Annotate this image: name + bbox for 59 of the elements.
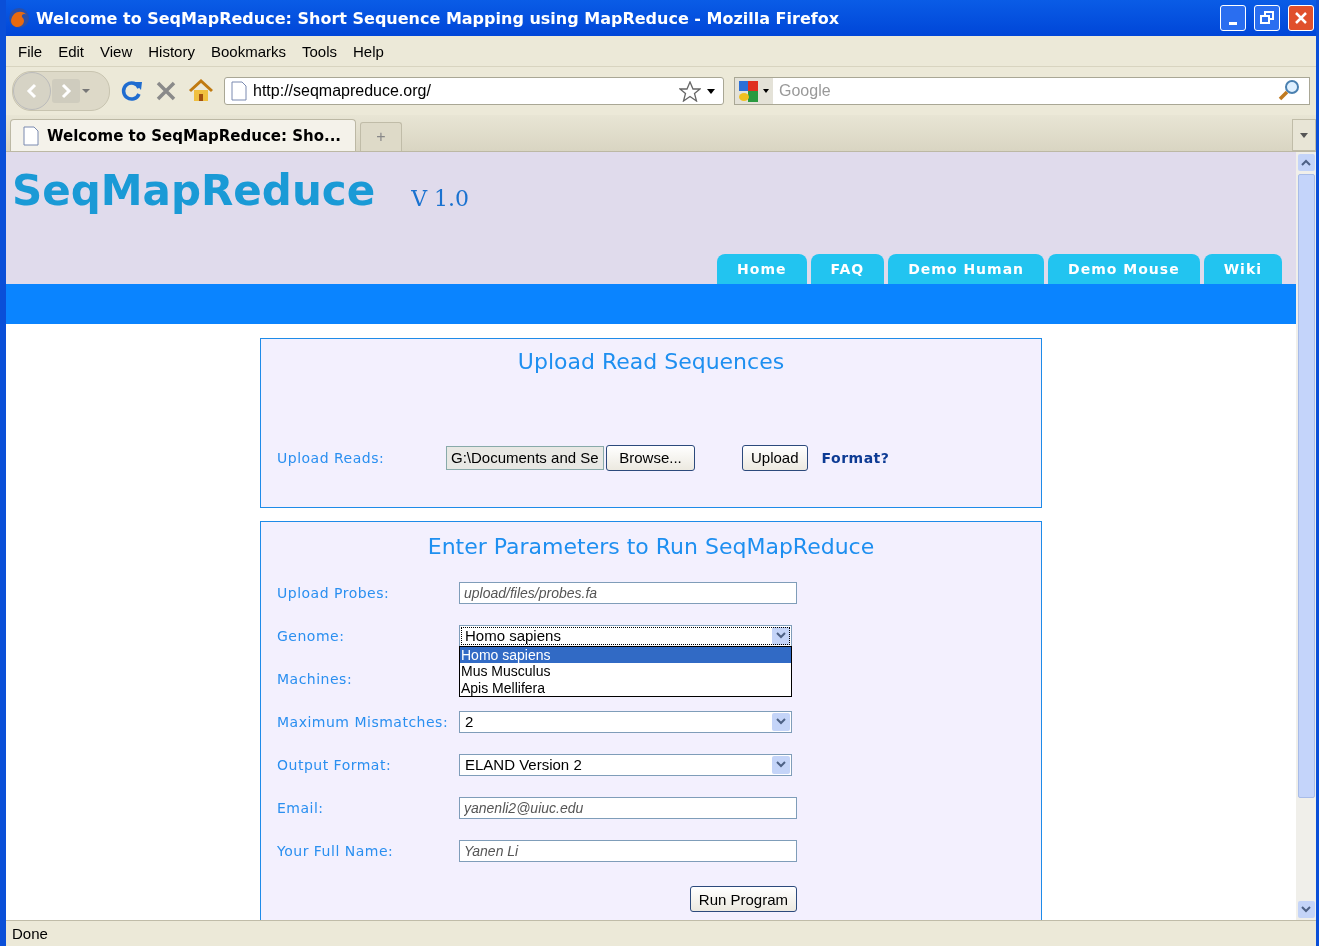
- close-button[interactable]: [1288, 5, 1314, 31]
- chevron-down-icon: [1301, 906, 1311, 913]
- menu-item[interactable]: Bookmarks: [202, 42, 294, 60]
- menu-item[interactable]: Tools: [294, 42, 345, 60]
- status-text: Done: [12, 925, 48, 942]
- menu-item[interactable]: Edit: [50, 42, 93, 60]
- text-field[interactable]: Yanen Li: [459, 839, 797, 862]
- menu-item[interactable]: History: [140, 42, 203, 60]
- file-path-field[interactable]: G:\Documents and Se: [446, 445, 604, 470]
- field-label: Genome:: [277, 627, 346, 644]
- close-icon: [1294, 11, 1308, 25]
- firefox-logo-icon: [8, 7, 30, 29]
- page-icon: [231, 81, 247, 101]
- reload-icon[interactable]: [120, 79, 144, 103]
- search-field[interactable]: Google: [773, 78, 1277, 104]
- stop-icon[interactable]: [154, 79, 178, 103]
- text-field[interactable]: yanenli2@uiuc.edu: [459, 796, 797, 819]
- format-link[interactable]: Format?: [821, 449, 890, 466]
- field-label: Email:: [277, 799, 325, 816]
- chevron-down-icon: [776, 761, 786, 768]
- run-program-button[interactable]: Run Program: [689, 886, 797, 912]
- minimize-button[interactable]: [1220, 5, 1246, 31]
- chevron-down-icon: [776, 632, 786, 639]
- field-label: Upload Probes:: [277, 584, 391, 601]
- caret-icon: [1300, 132, 1308, 138]
- menu-item[interactable]: File: [10, 42, 51, 60]
- window-title: Welcome to SeqMapReduce: Short Sequence Mapping using MapReduce - Mozilla Firefox: [36, 8, 840, 28]
- search-engine-icon[interactable]: [735, 78, 773, 104]
- search-icon[interactable]: [1277, 78, 1309, 104]
- minimize-icon: [1229, 21, 1237, 25]
- menu-item[interactable]: Help: [345, 42, 392, 60]
- dropdown[interactable]: Homo sapiens: [459, 624, 792, 647]
- caret-icon[interactable]: [707, 88, 715, 94]
- chevron-up-icon: [1301, 159, 1311, 166]
- field-label: Maximum Mismatches:: [277, 713, 450, 730]
- field-label: Your Full Name:: [277, 842, 395, 859]
- address-field[interactable]: http://seqmapreduce.org/: [224, 77, 724, 105]
- panel-title: Enter Parameters to Run SeqMapReduce: [426, 534, 876, 559]
- browse-button[interactable]: Browse...: [606, 444, 695, 471]
- home-icon[interactable]: [188, 79, 214, 103]
- upload-button[interactable]: Upload: [742, 444, 808, 471]
- text-field[interactable]: upload/files/probes.fa: [459, 581, 797, 604]
- version-label: V 1.0: [411, 186, 470, 213]
- dropdown[interactable]: 2: [459, 710, 792, 733]
- field-label: Machines:: [277, 670, 354, 687]
- star-icon[interactable]: [679, 80, 701, 102]
- panel-title: Upload Read Sequences: [516, 349, 786, 374]
- menu-item[interactable]: View: [92, 42, 141, 60]
- scrollbar[interactable]: [1296, 152, 1316, 920]
- page-icon: [23, 125, 39, 146]
- restore-button[interactable]: [1254, 5, 1280, 31]
- site-logo: SeqMapReduce: [12, 166, 376, 215]
- field-label: Output Format:: [277, 756, 393, 773]
- chevron-down-icon: [776, 718, 786, 725]
- dropdown-option[interactable]: Homo sapiens: [460, 646, 791, 663]
- tab-list-button[interactable]: [1292, 119, 1316, 151]
- restore-icon: [1260, 11, 1274, 25]
- browser-tab[interactable]: Welcome to SeqMapReduce: Sho...: [10, 119, 356, 151]
- dropdown[interactable]: ELAND Version 2: [459, 753, 792, 776]
